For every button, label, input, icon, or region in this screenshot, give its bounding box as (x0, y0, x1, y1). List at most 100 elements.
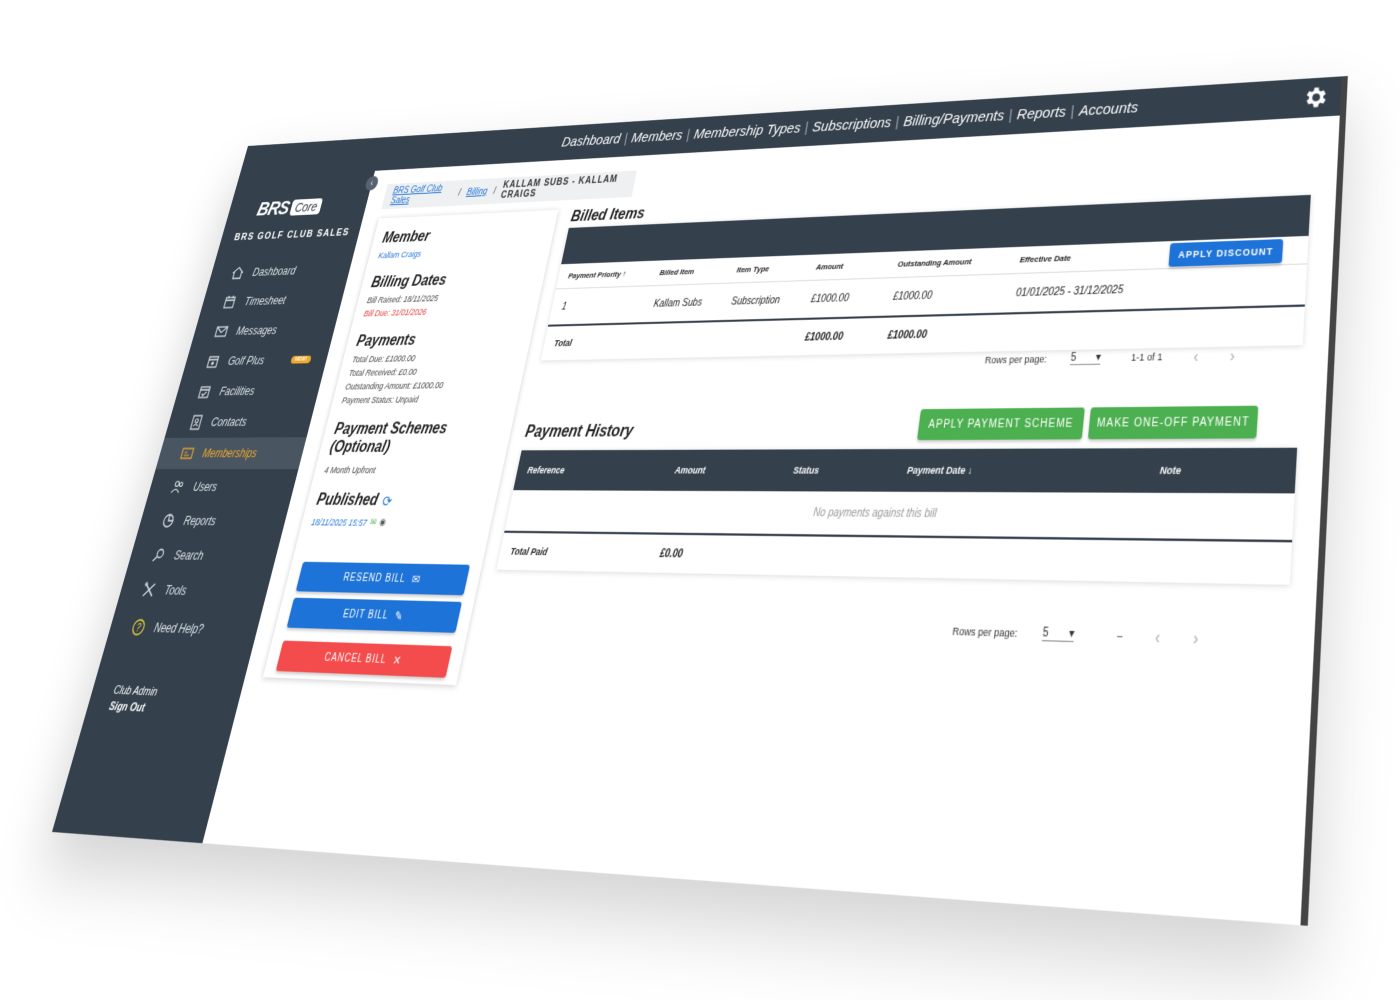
breadcrumb: BRS Golf Club Sales / Billing / KALLAM S… (381, 171, 637, 210)
published-row: Published ⟳ (315, 491, 488, 511)
cell-billed-item: Kallam Subs (643, 296, 722, 309)
logo-brs-text: BRS (255, 196, 292, 221)
payment-schemes-heading: Payment Schemes (Optional) (328, 420, 503, 457)
total-outstanding: £1000.00 (876, 327, 1001, 342)
sidebar-item-facilities[interactable]: Facilities (173, 374, 322, 407)
rows-per-page-label: Rows per page: (952, 625, 1018, 639)
breadcrumb-club-link[interactable]: BRS Golf Club Sales (389, 183, 454, 206)
sidebar-item-memberships[interactable]: Memberships (156, 437, 307, 469)
top-navbar: Dashboard | Members | Membership Types | Su… (239, 76, 1348, 179)
rows-per-page-value: 5 (1042, 626, 1049, 640)
resend-bill-button[interactable]: RESEND BILL ✉ (296, 562, 470, 596)
apply-discount-button[interactable]: APPLY DISCOUNT (1168, 238, 1283, 266)
envelope-icon: ✉ (411, 572, 423, 586)
rows-per-page-value: 5 (1070, 352, 1077, 364)
sidebar-item-timesheet[interactable]: Timesheet (199, 283, 346, 317)
payment-scheme-value: 4 Month Upfront (323, 465, 493, 475)
chevron-left-icon[interactable]: ‹ (1193, 347, 1199, 365)
total-amount: £1000.00 (793, 330, 877, 343)
sidebar-item-label: Dashboard (251, 264, 297, 278)
payment-history-title: Payment History (523, 423, 634, 442)
total-paid-row: Total Paid £0.00 (496, 531, 1292, 585)
breadcrumb-current: KALLAM SUBS - KALLAM CRAIGS (500, 173, 637, 200)
topnav-billing-payments[interactable]: Billing/Payments (902, 107, 1005, 130)
resend-bill-label: RESEND BILL (342, 572, 407, 585)
topnav-reports[interactable]: Reports (1016, 104, 1067, 124)
table-header-row: Reference Amount Status Payment Date ↓ N… (513, 448, 1297, 494)
cancel-bill-button[interactable]: CANCEL BILL ✕ (276, 641, 453, 678)
topnav-membership-types[interactable]: Membership Types (693, 120, 802, 142)
member-name-link[interactable]: Kallam Craigs (377, 244, 541, 260)
col-note: Note (1147, 464, 1288, 476)
sidebar-item-label: Messages (235, 324, 279, 338)
col-effective-date: Effective Date (1008, 250, 1156, 265)
bill-raised: Bill Raised: 18/11/2025 (366, 290, 531, 305)
refresh-icon[interactable]: ⟳ (380, 492, 394, 510)
total-received: Total Received: £0.00 (348, 365, 515, 378)
sign-out-link[interactable]: Sign Out (107, 699, 155, 717)
make-one-off-payment-button[interactable]: MAKE ONE-OFF PAYMENT (1088, 406, 1258, 440)
brs-core-logo[interactable]: BRS Core (255, 195, 324, 221)
apply-payment-scheme-button[interactable]: APPLY PAYMENT SCHEME (917, 407, 1085, 440)
page-range: 1-1 of 1 (1131, 351, 1163, 363)
sidebar-item-label: Golf Plus (226, 354, 265, 368)
published-info: 18/11/2025 15:57 ✉ ◉ (310, 516, 482, 529)
cell-effective-date: 01/01/2025 - 31/12/2025 (1004, 281, 1204, 299)
rows-per-page-label: Rows per page: (984, 354, 1047, 366)
topnav-accounts[interactable]: Accounts (1078, 99, 1139, 119)
close-icon: ✕ (391, 653, 403, 668)
chevron-left-icon[interactable]: ‹ (1154, 627, 1161, 647)
sidebar-item-tools[interactable]: Tools (117, 573, 271, 610)
tools-icon (140, 580, 159, 599)
col-payment-date[interactable]: Payment Date ↓ (895, 465, 1148, 477)
apply-payment-scheme-label: APPLY PAYMENT SCHEME (928, 417, 1074, 430)
edit-bill-label: EDIT BILL (342, 608, 390, 621)
top-nav-links: Dashboard | Members | Membership Types | Su… (560, 99, 1139, 150)
outstanding-amount: Outstanding Amount: £1000.00 (344, 379, 512, 392)
header-label: Payment Priority (567, 270, 621, 281)
total-paid-label: Total Paid (499, 546, 650, 559)
sidebar-item-need-help[interactable]: ? Need Help? (106, 610, 261, 648)
sidebar-item-reports[interactable]: Reports (136, 504, 289, 538)
total-label: Total (543, 333, 795, 349)
sidebar-item-label: Reports (182, 514, 218, 528)
sidebar-item-search[interactable]: Search (127, 538, 280, 573)
sidebar-item-golf-plus[interactable]: Golf Plus NEW! (182, 344, 331, 377)
topnav-subscriptions[interactable]: Subscriptions (811, 114, 892, 135)
cell-item-type: Subscription (720, 294, 801, 308)
payments-heading: Payments (355, 329, 523, 351)
sidebar-item-messages[interactable]: Messages (191, 313, 339, 347)
sidebar-item-label: Contacts (210, 415, 249, 429)
sidebar-item-label: Need Help? (152, 620, 205, 636)
sidebar-item-users[interactable]: Users (146, 471, 298, 503)
chevron-right-icon[interactable]: › (1192, 628, 1199, 648)
help-icon: ? (129, 618, 148, 637)
col-item-type: Item Type (726, 263, 807, 275)
edit-bill-button[interactable]: EDIT BILL ✎ (287, 598, 462, 633)
dropdown-arrow-icon: ▾ (1068, 627, 1075, 641)
pie-chart-icon (159, 512, 177, 530)
rows-per-page-select[interactable]: 5 ▾ (1042, 626, 1075, 642)
calendar-check-icon (196, 383, 214, 400)
published-date: 18/11/2025 15:57 (310, 517, 368, 528)
topnav-dashboard[interactable]: Dashboard (560, 131, 622, 150)
cell-amount: £1000.00 (799, 291, 882, 305)
cancel-bill-label: CANCEL BILL (323, 651, 388, 665)
calendar-icon (221, 294, 239, 311)
topnav-members[interactable]: Members (630, 127, 684, 146)
rows-per-page-select[interactable]: 5 ▾ (1070, 351, 1101, 365)
col-payment-priority[interactable]: Payment Priority ↑ (558, 269, 651, 281)
device-mockup: Dashboard | Members | Membership Types | Su… (0, 0, 1400, 1000)
email-sent-icon: ✉ (369, 517, 378, 529)
sidebar-item-contacts[interactable]: Contacts (165, 406, 315, 438)
search-icon (149, 546, 168, 565)
new-badge: NEW! (290, 356, 312, 364)
breadcrumb-billing-link[interactable]: Billing (466, 186, 489, 197)
billed-items-title: Billed Items (569, 206, 646, 227)
gear-icon[interactable] (1301, 83, 1329, 111)
eye-icon[interactable]: ◉ (378, 517, 387, 529)
cell-outstanding: £1000.00 (881, 288, 1005, 303)
edit-icon: ✎ (393, 608, 405, 622)
chevron-right-icon[interactable]: › (1229, 347, 1235, 365)
billed-items-table: Payment Priority ↑ Billed Item Item Type… (541, 195, 1311, 361)
